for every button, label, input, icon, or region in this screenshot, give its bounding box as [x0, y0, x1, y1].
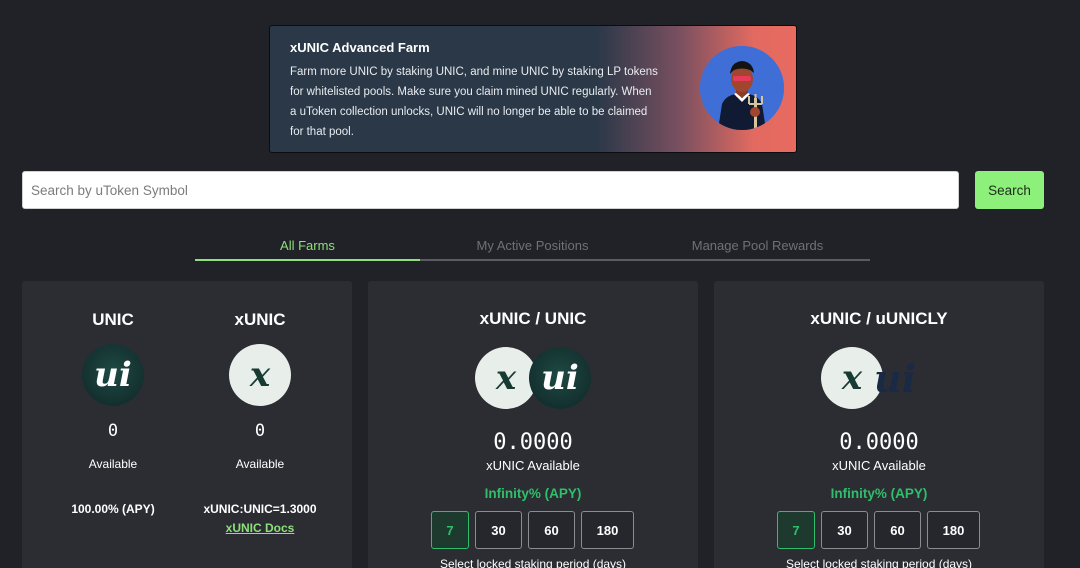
- period-7-button[interactable]: 7: [777, 511, 815, 549]
- uunicly-token-icon: ui: [873, 355, 917, 401]
- xunic-uunicly-pool-card: xUNIC / uUNICLY x ui 0.0000 xUNIC Availa…: [714, 281, 1044, 568]
- unic-available-label: Available: [88, 457, 138, 471]
- unic-apy: 100.00% (APY): [71, 502, 155, 516]
- period-60-button[interactable]: 60: [874, 511, 921, 549]
- banner-description: Farm more UNIC by staking UNIC, and mine…: [290, 66, 658, 138]
- xunic-title: xUNIC: [234, 310, 286, 329]
- period-30-button[interactable]: 30: [475, 511, 522, 549]
- tab-manage-pool-rewards[interactable]: Manage Pool Rewards: [645, 236, 870, 261]
- pool-apy: Infinity% (APY): [830, 486, 928, 501]
- xunic-token-icon: x: [229, 344, 291, 406]
- farm-info-banner: xUNIC Advanced Farm Farm more UNIC by st…: [269, 25, 797, 153]
- period-caption: Select locked staking period (days): [439, 557, 627, 568]
- search-input[interactable]: [22, 171, 959, 209]
- period-caption: Select locked staking period (days): [785, 557, 973, 568]
- xunic-available-label: Available: [235, 457, 285, 471]
- period-7-button[interactable]: 7: [431, 511, 469, 549]
- tab-all-farms[interactable]: All Farms: [195, 236, 420, 261]
- unic-token-icon: ui: [82, 344, 144, 406]
- xunic-unic-pool-card: xUNIC / UNIC x ui 0.0000 xUNIC Available…: [368, 281, 698, 568]
- pool-balance-value: 0.0000: [493, 430, 573, 455]
- farm-tabs: All Farms My Active Positions Manage Poo…: [195, 236, 870, 261]
- pool-title: xUNIC / UNIC: [479, 309, 587, 328]
- pool-balance-value: 0.0000: [839, 430, 919, 455]
- period-180-button[interactable]: 180: [581, 511, 634, 549]
- pool-available-label: xUNIC Available: [832, 458, 926, 473]
- banner-title: xUNIC Advanced Farm: [290, 40, 430, 55]
- unic-token-icon: ui: [529, 347, 591, 409]
- period-180-button[interactable]: 180: [927, 511, 980, 549]
- pool-apy: Infinity% (APY): [484, 486, 582, 501]
- xunic-balance-value: 0: [254, 421, 266, 441]
- xunic-unic-ratio: xUNIC:UNIC=1.3000: [203, 502, 317, 516]
- xunic-docs-link[interactable]: xUNIC Docs: [210, 521, 310, 535]
- period-30-button[interactable]: 30: [821, 511, 868, 549]
- farmer-illustration: [700, 46, 784, 130]
- tab-my-active-positions[interactable]: My Active Positions: [420, 236, 645, 261]
- xunic-token-icon: x: [475, 347, 537, 409]
- pool-available-label: xUNIC Available: [486, 458, 580, 473]
- pool-title: xUNIC / uUNICLY: [810, 309, 948, 328]
- unic-balance-card: UNIC ui 0 Available 100.00% (APY) xUNIC …: [22, 281, 352, 568]
- period-60-button[interactable]: 60: [528, 511, 575, 549]
- search-button[interactable]: Search: [975, 171, 1044, 209]
- unic-balance-value: 0: [107, 421, 119, 441]
- unic-title: UNIC: [92, 310, 134, 329]
